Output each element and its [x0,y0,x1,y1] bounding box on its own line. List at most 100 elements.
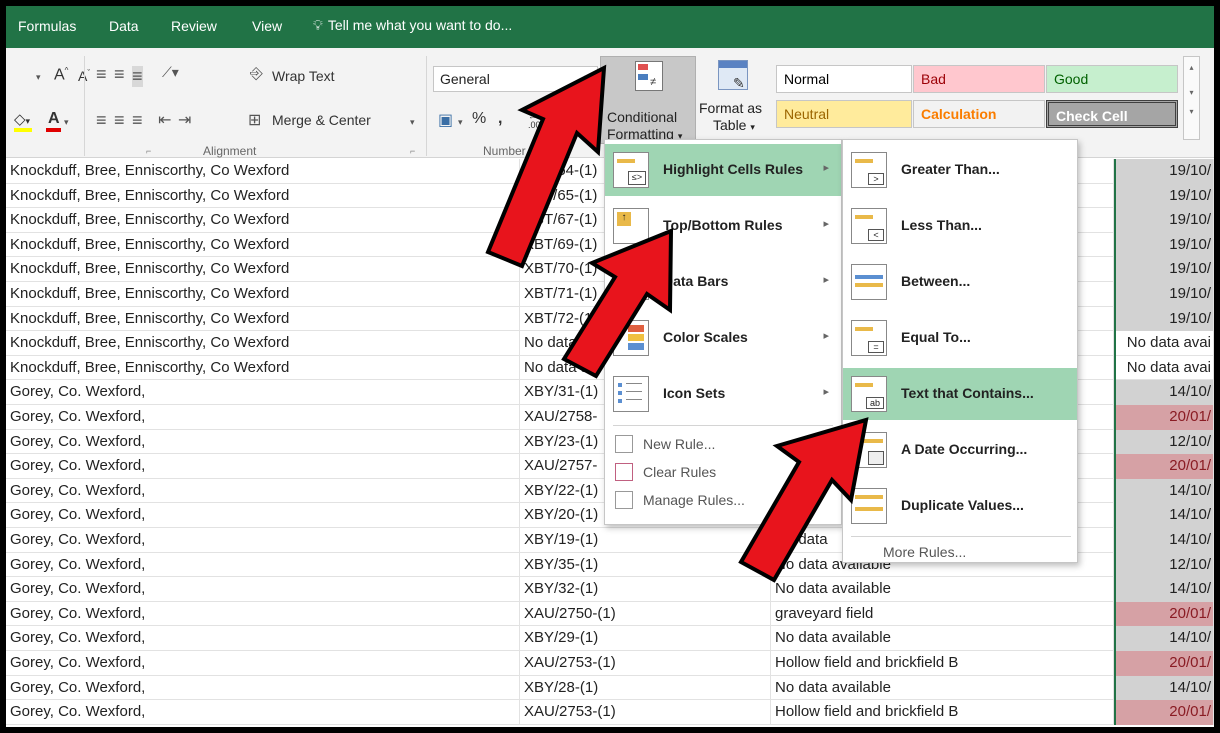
cell-date[interactable]: 14/10/ [1114,478,1214,504]
menu-item-color-scales[interactable]: Color Scales ▸ [605,312,841,364]
cell-description[interactable]: Hollow field and brickfield B [771,700,1114,725]
tab-data[interactable]: Data [109,18,139,34]
orientation-icon[interactable]: ⟋▾ [162,64,179,81]
cell-date[interactable]: 12/10/ [1114,429,1214,455]
menu-item-icon-sets[interactable]: Icon Sets ▸ [605,368,841,420]
style-good[interactable]: Good [1046,65,1178,93]
cell-date[interactable]: 19/10/ [1114,208,1214,233]
number-format-select[interactable]: General ▾ [433,66,598,92]
tab-review[interactable]: Review [171,18,217,34]
menu-item-less-than[interactable]: < Less Than... [843,200,1077,252]
cell-reference[interactable]: XBY/28-(1) [520,675,771,701]
accounting-format-icon[interactable]: ▣ [438,110,453,130]
menu-item-duplicate-values[interactable]: Duplicate Values... [843,480,1077,532]
menu-item-highlight-cells-rules[interactable]: ≤> Highlight Cells Rules ▸ [605,144,841,196]
cell-date[interactable]: 19/10/ [1114,257,1214,282]
cell-description[interactable]: No data available [771,675,1114,701]
cell-date[interactable]: 19/10/ [1114,232,1214,258]
menu-item-data-bars[interactable]: Data Bars ▸ [605,256,841,308]
cell-location[interactable]: Knockduff, Bree, Enniscorthy, Co Wexford [6,331,520,356]
cell-reference[interactable]: XAU/2753-(1) [520,700,771,725]
cell-date[interactable]: 19/10/ [1114,306,1214,332]
style-normal[interactable]: Normal [776,65,912,93]
cell-reference[interactable]: XBY/29-(1) [520,626,771,651]
style-neutral[interactable]: Neutral [776,100,912,128]
cell-location[interactable]: Knockduff, Bree, Enniscorthy, Co Wexford [6,282,520,307]
menu-item-clear-rules[interactable]: Clear Rules [605,460,841,486]
style-calculation[interactable]: Calculation [913,100,1045,128]
menu-item-equal-to[interactable]: = Equal To... [843,312,1077,364]
cell-location[interactable]: Gorey, Co. Wexford, [6,478,520,504]
increase-indent-icon[interactable]: ⇥ [178,110,191,130]
cell-location[interactable]: Gorey, Co. Wexford, [6,675,520,701]
increase-font-icon[interactable]: A^ [54,66,68,84]
decrease-indent-icon[interactable]: ⇤ [158,110,171,130]
cell-date[interactable]: 14/10/ [1114,675,1214,701]
align-middle-icon[interactable]: ≡ [114,64,125,85]
fill-color-icon[interactable]: ◇▾ [14,110,30,128]
cell-date[interactable]: 19/10/ [1114,282,1214,307]
cell-description[interactable]: No data available [771,626,1114,651]
cell-date[interactable]: No data avai [1114,331,1214,356]
cell-date[interactable]: 20/01/ [1114,405,1214,430]
cell-date[interactable]: 12/10/ [1114,552,1214,578]
cell-description[interactable]: No data available [771,577,1114,602]
menu-item-greater-than[interactable]: > Greater Than... [843,144,1077,196]
cell-location[interactable]: Gorey, Co. Wexford, [6,429,520,455]
align-bottom-icon[interactable]: ≡ [132,66,143,87]
cell-location[interactable]: Knockduff, Bree, Enniscorthy, Co Wexford [6,306,520,332]
cell-location[interactable]: Knockduff, Bree, Enniscorthy, Co Wexford [6,232,520,258]
align-left-icon[interactable]: ≡ [96,110,107,131]
cell-location[interactable]: Knockduff, Bree, Enniscorthy, Co Wexford [6,208,520,233]
tab-view[interactable]: View [252,18,282,34]
cell-date[interactable]: 14/10/ [1114,380,1214,405]
cell-location[interactable]: Gorey, Co. Wexford, [6,577,520,602]
cell-location[interactable]: Gorey, Co. Wexford, [6,528,520,553]
cell-date[interactable]: 14/10/ [1114,577,1214,602]
cell-date[interactable]: 20/01/ [1114,700,1214,725]
conditional-formatting-button[interactable]: ≠ Conditional Formatting ▾ [600,56,696,144]
menu-item-top-bottom-rules[interactable]: ↑ Top/Bottom Rules ▸ [605,200,841,252]
cell-location[interactable]: Knockduff, Bree, Enniscorthy, Co Wexford [6,159,520,184]
cell-location[interactable]: Knockduff, Bree, Enniscorthy, Co Wexford [6,183,520,209]
cell-location[interactable]: Knockduff, Bree, Enniscorthy, Co Wexford [6,257,520,282]
menu-item-new-rule[interactable]: New Rule... [605,432,841,458]
cell-date[interactable]: 19/10/ [1114,183,1214,209]
align-top-icon[interactable]: ≡ [96,64,107,85]
cell-date[interactable]: 19/10/ [1114,159,1214,184]
cell-reference[interactable]: XAU/2753-(1) [520,651,771,676]
decrease-decimal-icon[interactable]: .00 →.0 [558,112,575,130]
cell-location[interactable]: Gorey, Co. Wexford, [6,700,520,725]
percent-button[interactable]: % [472,110,486,128]
cell-location[interactable]: Knockduff, Bree, Enniscorthy, Co Wexford [6,355,520,381]
cell-location[interactable]: Gorey, Co. Wexford, [6,601,520,627]
cell-location[interactable]: Gorey, Co. Wexford, [6,552,520,578]
menu-item-manage-rules[interactable]: Manage Rules... [605,488,841,514]
font-color-icon[interactable]: A [48,110,60,128]
cell-location[interactable]: Gorey, Co. Wexford, [6,651,520,676]
cell-location[interactable]: Gorey, Co. Wexford, [6,503,520,528]
cell-reference[interactable]: XBY/32-(1) [520,577,771,602]
alignment-launcher-icon[interactable]: ⌐ [410,146,415,156]
cell-date[interactable]: 14/10/ [1114,503,1214,528]
styles-gallery-scroll[interactable]: ▴ ▾ ▾ [1183,56,1200,140]
font-size-dropdown-icon[interactable]: ▾ [36,72,41,83]
cell-reference[interactable]: XBY/19-(1) [520,528,771,553]
font-launcher-icon[interactable]: ⌐ [146,146,151,156]
style-check-cell[interactable]: Check Cell [1046,100,1178,128]
align-right-icon[interactable]: ≡ [132,110,143,131]
cell-date[interactable]: 20/01/ [1114,454,1214,479]
cell-date[interactable]: 20/01/ [1114,651,1214,676]
font-color-dropdown-icon[interactable]: ▾ [64,117,69,128]
cell-location[interactable]: Gorey, Co. Wexford, [6,454,520,479]
align-center-icon[interactable]: ≡ [114,110,125,131]
cell-date[interactable]: No data avai [1114,355,1214,381]
cell-date[interactable]: 14/10/ [1114,528,1214,553]
cell-reference[interactable]: XBY/35-(1) [520,552,771,578]
accounting-dropdown-icon[interactable]: ▾ [458,117,463,128]
comma-button[interactable]: , [498,110,502,128]
cell-location[interactable]: Gorey, Co. Wexford, [6,380,520,405]
tell-me-box[interactable]: 💡︎ Tell me what you want to do... [313,17,512,34]
cell-date[interactable]: 20/01/ [1114,601,1214,627]
cell-location[interactable]: Gorey, Co. Wexford, [6,405,520,430]
